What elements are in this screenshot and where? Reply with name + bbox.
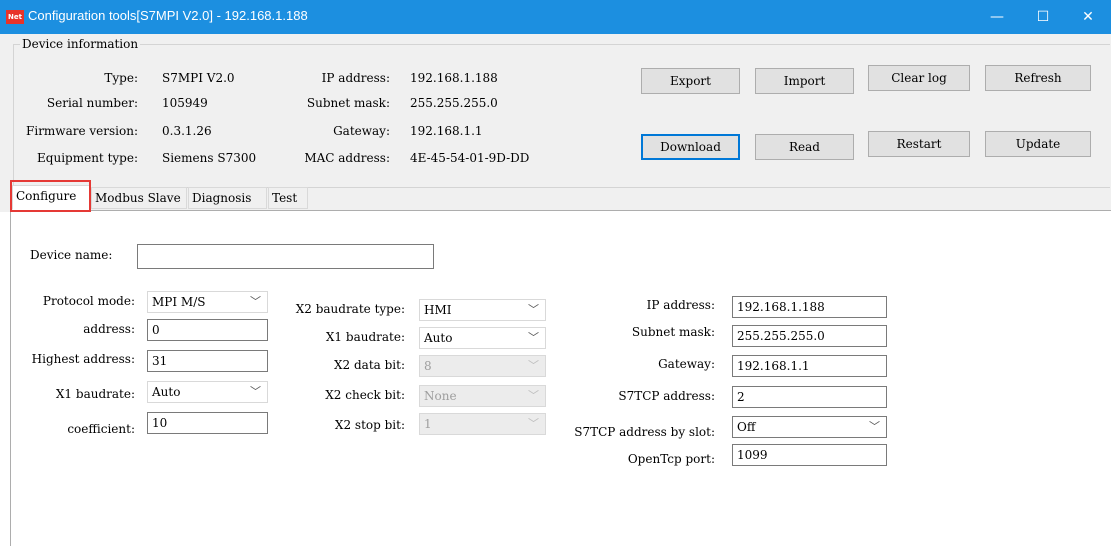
mac-address-label: MAC address:: [304, 151, 390, 165]
cfg-ip-address-input[interactable]: 192.168.1.188: [732, 296, 887, 318]
gateway-value: 192.168.1.1: [410, 124, 483, 138]
download-button[interactable]: Download: [641, 134, 740, 160]
tab-test[interactable]: Test: [268, 187, 308, 209]
restart-button[interactable]: Restart: [868, 131, 970, 157]
ip-address-label: IP address:: [321, 71, 390, 85]
type-label: Type:: [104, 71, 138, 85]
serial-number-value: 105949: [162, 96, 208, 110]
firmware-version-label: Firmware version:: [26, 124, 138, 138]
cfg-gateway-label: Gateway:: [658, 357, 715, 371]
x2-data-bit-value: 8: [424, 359, 432, 373]
subnet-mask-value: 255.255.255.0: [410, 96, 498, 110]
maximize-button[interactable]: ☐: [1020, 0, 1066, 34]
subnet-mask-label: Subnet mask:: [306, 96, 390, 110]
x2-stop-bit-select[interactable]: 1 ﹀: [419, 413, 546, 435]
x2-baudrate-type-label: X2 baudrate type:: [295, 302, 405, 316]
coefficient-label: coefficient:: [67, 422, 135, 436]
refresh-button[interactable]: Refresh: [985, 65, 1091, 91]
x1-baudrate-label-left: X1 baudrate:: [55, 387, 135, 401]
tab-highlight-box: [10, 180, 91, 212]
cfg-subnet-mask-input[interactable]: 255.255.255.0: [732, 325, 887, 347]
highest-address-input[interactable]: 31: [147, 350, 268, 372]
x2-data-bit-label: X2 data bit:: [333, 358, 405, 372]
s7tcp-address-by-slot-value: Off: [737, 420, 756, 434]
coefficient-input[interactable]: 10: [147, 412, 268, 434]
export-button[interactable]: Export: [641, 68, 740, 94]
cfg-gateway-input[interactable]: 192.168.1.1: [732, 355, 887, 377]
chevron-down-icon: ﹀: [528, 417, 539, 430]
device-name-input[interactable]: [137, 244, 434, 269]
type-value: S7MPI V2.0: [162, 71, 235, 85]
x2-check-bit-select[interactable]: None ﹀: [419, 385, 546, 407]
x1-baudrate-value: Auto: [424, 331, 453, 345]
equipment-type-label: Equipment type:: [37, 151, 138, 165]
x2-data-bit-select[interactable]: 8 ﹀: [419, 355, 546, 377]
device-info-legend: Device information: [20, 37, 141, 51]
ip-address-value: 192.168.1.188: [410, 71, 498, 85]
x1-baudrate-value-left: Auto: [152, 385, 181, 399]
address-label: address:: [83, 322, 135, 336]
device-name-label: Device name:: [30, 248, 113, 262]
mac-address-value: 4E-45-54-01-9D-DD: [410, 151, 530, 165]
opentcp-port-input[interactable]: 1099: [732, 444, 887, 466]
close-button[interactable]: ✕: [1065, 0, 1111, 34]
s7tcp-address-label: S7TCP address:: [618, 389, 715, 403]
protocol-mode-value: MPI M/S: [152, 295, 206, 309]
protocol-mode-select[interactable]: MPI M/S ﹀: [147, 291, 268, 313]
read-button[interactable]: Read: [755, 134, 854, 160]
address-input[interactable]: 0: [147, 319, 268, 341]
highest-address-label: Highest address:: [31, 352, 135, 366]
serial-number-label: Serial number:: [46, 96, 138, 110]
s7tcp-address-by-slot-select[interactable]: Off ﹀: [732, 416, 887, 438]
x2-baudrate-type-value: HMI: [424, 303, 452, 317]
protocol-mode-label: Protocol mode:: [42, 294, 135, 308]
update-button[interactable]: Update: [985, 131, 1091, 157]
x2-check-bit-value: None: [424, 389, 457, 403]
chevron-down-icon: ﹀: [250, 295, 261, 308]
x1-baudrate-select-left[interactable]: Auto ﹀: [147, 381, 268, 403]
chevron-down-icon: ﹀: [528, 303, 539, 316]
x2-stop-bit-label: X2 stop bit:: [334, 418, 405, 432]
clear-log-button[interactable]: Clear log: [868, 65, 970, 91]
cfg-subnet-mask-label: Subnet mask:: [631, 325, 715, 339]
x2-baudrate-type-select[interactable]: HMI ﹀: [419, 299, 546, 321]
chevron-down-icon: ﹀: [869, 420, 880, 433]
chevron-down-icon: ﹀: [528, 359, 539, 372]
x1-baudrate-select[interactable]: Auto ﹀: [419, 327, 546, 349]
equipment-type-value: Siemens S7300: [162, 151, 257, 165]
chevron-down-icon: ﹀: [250, 385, 261, 398]
chevron-down-icon: ﹀: [528, 389, 539, 402]
window-title: Configuration tools[S7MPI V2.0] - 192.16…: [28, 8, 308, 23]
title-bar: Net Configuration tools[S7MPI V2.0] - 19…: [0, 0, 1111, 34]
minimize-button[interactable]: —: [974, 0, 1020, 34]
tab-diagnosis[interactable]: Diagnosis: [188, 187, 267, 209]
firmware-version-value: 0.3.1.26: [162, 124, 212, 138]
x1-baudrate-label: X1 baudrate:: [325, 330, 405, 344]
tab-modbus-slave[interactable]: Modbus Slave: [91, 187, 187, 209]
x2-check-bit-label: X2 check bit:: [325, 388, 405, 402]
app-icon: Net: [6, 10, 24, 24]
s7tcp-address-input[interactable]: 2: [732, 386, 887, 408]
import-button[interactable]: Import: [755, 68, 854, 94]
x2-stop-bit-value: 1: [424, 417, 432, 431]
s7tcp-address-by-slot-label: S7TCP address by slot:: [574, 425, 715, 439]
chevron-down-icon: ﹀: [528, 331, 539, 344]
gateway-label: Gateway:: [333, 124, 390, 138]
opentcp-port-label: OpenTcp port:: [627, 452, 715, 466]
cfg-ip-address-label: IP address:: [646, 298, 715, 312]
